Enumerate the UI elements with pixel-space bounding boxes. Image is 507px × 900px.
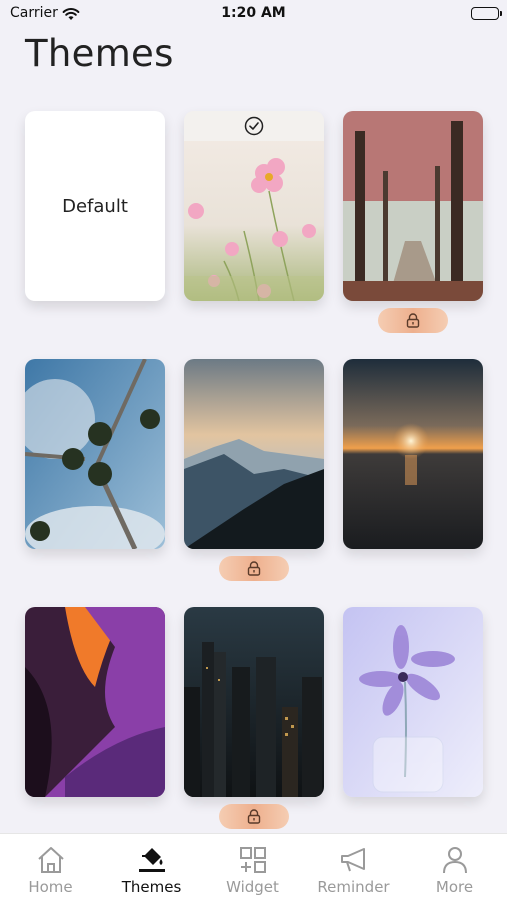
tab-more[interactable]: More	[404, 834, 505, 900]
widget-grid-icon	[239, 847, 266, 873]
ocean-sunset-image	[343, 359, 483, 549]
lilac-flower-image	[343, 607, 483, 797]
theme-card-ocean-sunset[interactable]	[343, 359, 483, 549]
tab-widget-label: Widget	[226, 878, 279, 896]
theme-card-default[interactable]: Default	[25, 111, 165, 301]
theme-card-cosmos-flowers[interactable]	[184, 111, 324, 301]
status-bar: Carrier 1:20 AM	[0, 0, 507, 28]
theme-card-night-city[interactable]	[184, 607, 324, 797]
page-title: Themes	[25, 32, 174, 75]
tab-reminder-label: Reminder	[317, 878, 390, 896]
selected-indicator	[184, 111, 324, 141]
theme-card-mountain-sunset[interactable]	[184, 359, 324, 549]
lock-icon	[247, 561, 261, 576]
home-icon	[37, 847, 64, 873]
tab-themes[interactable]: Themes	[101, 834, 202, 900]
tab-reminder[interactable]: Reminder	[303, 834, 404, 900]
theme-card-purple-canyon[interactable]	[25, 607, 165, 797]
tab-home[interactable]: Home	[0, 834, 101, 900]
paint-bucket-icon	[138, 848, 165, 872]
red-forest-image	[343, 111, 483, 301]
lock-icon	[247, 809, 261, 824]
mountain-sunset-image	[184, 359, 324, 549]
tab-widget[interactable]: Widget	[202, 834, 303, 900]
tab-bar: Home Themes Widget Reminder More	[0, 833, 507, 900]
night-city-image	[184, 607, 324, 797]
person-icon	[442, 847, 467, 874]
theme-card-palm-trees[interactable]	[25, 359, 165, 549]
tab-themes-label: Themes	[121, 878, 182, 896]
battery-icon	[471, 7, 502, 20]
check-circle-icon	[244, 116, 264, 136]
lock-icon	[406, 313, 420, 328]
tab-more-label: More	[435, 878, 474, 896]
theme-default-label: Default	[62, 195, 128, 217]
lock-badge[interactable]	[219, 804, 289, 829]
lock-badge[interactable]	[378, 308, 448, 333]
clock: 1:20 AM	[221, 5, 286, 21]
tab-home-label: Home	[28, 878, 73, 896]
theme-card-lilac-flower[interactable]	[343, 607, 483, 797]
lock-badge[interactable]	[219, 556, 289, 581]
purple-canyon-image	[25, 607, 165, 797]
megaphone-icon	[340, 848, 365, 872]
theme-card-red-forest-path[interactable]	[343, 111, 483, 301]
palm-trees-image	[25, 359, 165, 549]
